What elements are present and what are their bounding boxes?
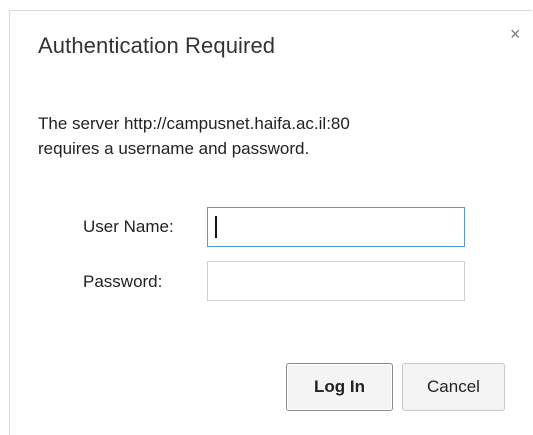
password-field[interactable] xyxy=(207,261,465,301)
login-button[interactable]: Log In xyxy=(286,363,393,411)
message-line-2: requires a username and password. xyxy=(38,139,310,158)
cancel-button[interactable]: Cancel xyxy=(402,363,505,411)
close-icon[interactable]: × xyxy=(510,25,521,43)
text-caret xyxy=(215,216,217,238)
message-line-1: The server http://campusnet.haifa.ac.il:… xyxy=(38,114,350,133)
username-label: User Name: xyxy=(83,217,174,236)
authentication-dialog: Authentication Required × The server htt… xyxy=(9,10,532,435)
dialog-message: The server http://campusnet.haifa.ac.il:… xyxy=(38,111,508,161)
dialog-title: Authentication Required xyxy=(38,33,276,58)
password-label: Password: xyxy=(83,272,163,291)
username-field[interactable] xyxy=(207,207,465,247)
